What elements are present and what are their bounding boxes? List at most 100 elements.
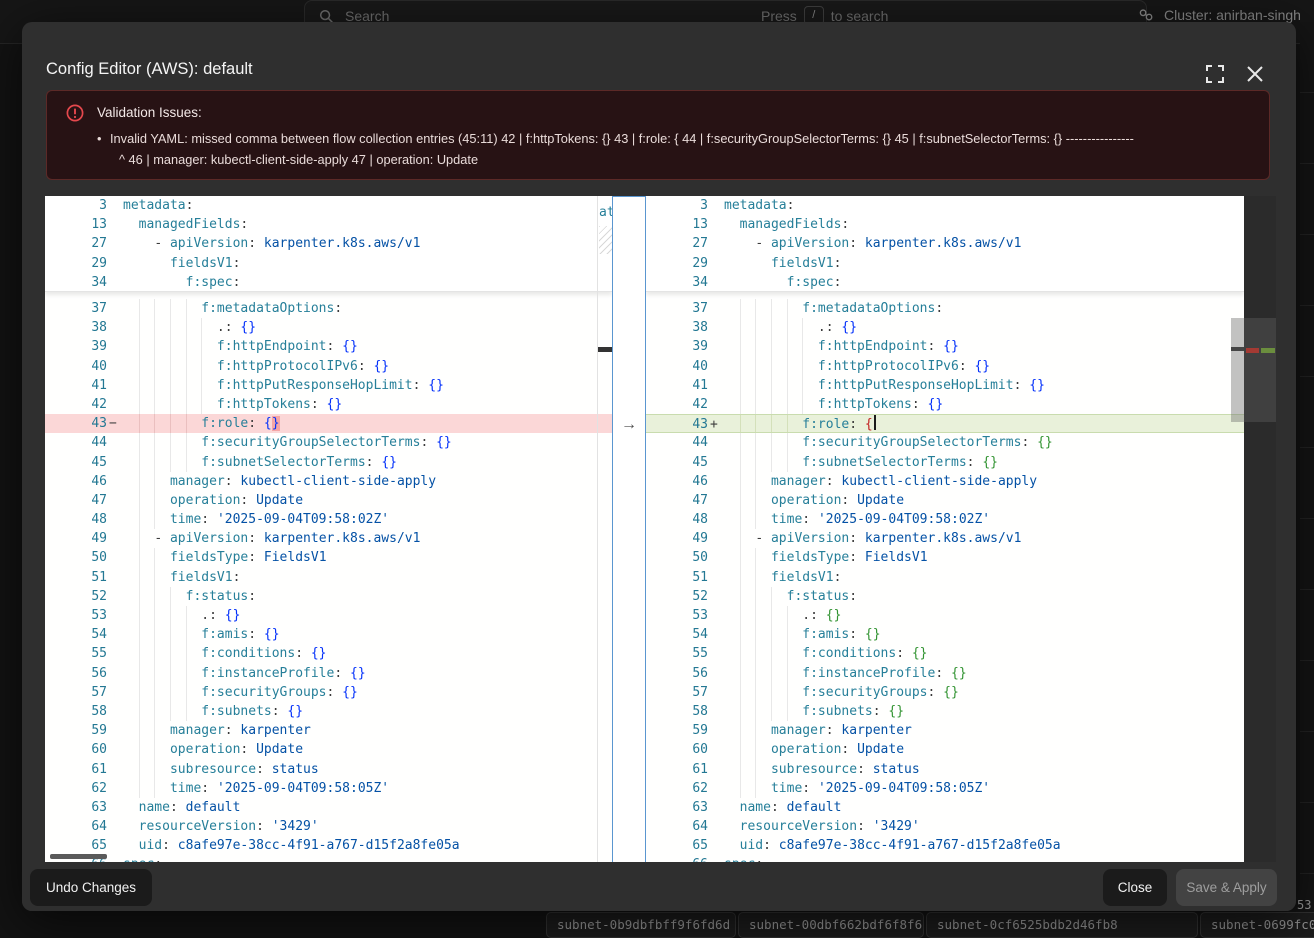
- line-number: 63: [646, 798, 708, 817]
- line-number: 37: [646, 299, 708, 318]
- code-line: 3metadata:: [45, 196, 612, 215]
- minimap-added-mark: [1261, 348, 1275, 353]
- code-text: f:subnets: {}: [123, 702, 303, 721]
- code-text: f:securityGroups: {}: [724, 683, 959, 702]
- code-line: 64 resourceVersion: '3429': [45, 817, 612, 836]
- line-number: 46: [45, 472, 107, 491]
- code-line: 13 managedFields:: [45, 215, 612, 234]
- code-text: f:instanceProfile: {}: [724, 664, 967, 683]
- code-line: 57 f:securityGroups: {}: [646, 683, 1244, 702]
- code-text: f:httpProtocolIPv6: {}: [724, 357, 990, 376]
- code-line: 42 f:httpTokens: {}: [45, 395, 612, 414]
- vertical-scrollbar[interactable]: [1231, 318, 1244, 422]
- code-line: 27 - apiVersion: karpenter.k8s.aws/v1: [45, 234, 612, 253]
- code-text: manager: karpenter: [724, 721, 912, 740]
- code-text: time: '2025-09-04T09:58:05Z': [123, 779, 389, 798]
- code-line: 38 .: {}: [45, 318, 612, 337]
- line-number: 27: [45, 234, 107, 253]
- minimap-slider[interactable]: [1244, 318, 1276, 422]
- horizontal-scrollbar[interactable]: [50, 854, 107, 859]
- code-line: 46 manager: kubectl-client-side-apply: [646, 472, 1244, 491]
- line-number: 44: [646, 433, 708, 452]
- validation-message-line2: ^ 46 | manager: kubectl-client-side-appl…: [97, 149, 1257, 170]
- minimap-removed-mark: [1246, 348, 1259, 353]
- code-line: 42 f:httpTokens: {}: [646, 395, 1244, 414]
- code-text: f:status:: [123, 587, 256, 606]
- code-text: time: '2025-09-04T09:58:05Z': [724, 779, 990, 798]
- code-text: operation: Update: [724, 740, 904, 759]
- line-number: 47: [646, 491, 708, 510]
- code-line: 58 f:subnets: {}: [646, 702, 1244, 721]
- revert-arrow-icon[interactable]: →: [613, 415, 645, 434]
- line-number: 56: [45, 664, 107, 683]
- code-line: 53 .: {}: [45, 606, 612, 625]
- close-footer-button[interactable]: Close: [1103, 869, 1167, 906]
- line-number: 59: [646, 721, 708, 740]
- line-number: 53: [646, 606, 708, 625]
- line-number: 3: [45, 196, 107, 215]
- diff-gutter: →: [612, 196, 646, 862]
- code-line: 64 resourceVersion: '3429': [646, 817, 1244, 836]
- code-line: 46 manager: kubectl-client-side-apply: [45, 472, 612, 491]
- code-text: time: '2025-09-04T09:58:02Z': [724, 510, 990, 529]
- code-line: 65 uid: c8afe97e-38cc-4f91-a767-d15f2a8f…: [45, 836, 612, 855]
- original-editor[interactable]: 37 f:metadataOptions:38 .: {}39 f:httpEn…: [45, 196, 612, 862]
- line-number: 50: [646, 548, 708, 567]
- code-line: 41 f:httpPutResponseHopLimit: {}: [45, 376, 612, 395]
- line-number: 40: [45, 357, 107, 376]
- line-number: 64: [45, 817, 107, 836]
- code-text: operation: Update: [123, 491, 303, 510]
- save-apply-button[interactable]: Save & Apply: [1176, 869, 1277, 906]
- code-text: fieldsV1:: [724, 254, 841, 273]
- minimap[interactable]: [1244, 196, 1276, 862]
- line-number: 64: [646, 817, 708, 836]
- close-button[interactable]: [1242, 62, 1268, 88]
- line-number: 40: [646, 357, 708, 376]
- undo-changes-button[interactable]: Undo Changes: [30, 869, 152, 906]
- cluster-selector[interactable]: Cluster: anirban-singh: [1138, 6, 1314, 23]
- code-line: 50 fieldsType: FieldsV1: [646, 548, 1244, 567]
- code-line: 54 f:amis: {}: [45, 625, 612, 644]
- line-number: 49: [45, 529, 107, 548]
- code-text: f:securityGroupSelectorTerms: {}: [724, 433, 1053, 452]
- fullscreen-button[interactable]: [1202, 62, 1228, 88]
- code-line: 57 f:securityGroups: {}: [45, 683, 612, 702]
- code-line: 43+ f:role: {: [646, 414, 1244, 433]
- code-text: uid: c8afe97e-38cc-4f91-a767-d15f2a8fe05…: [123, 836, 460, 855]
- diff-marker: −: [109, 414, 123, 433]
- line-number: 29: [646, 254, 708, 273]
- subnet-cell: subnet-0699fc012fdf86: [1200, 912, 1314, 938]
- code-text: - apiVersion: karpenter.k8s.aws/v1: [123, 234, 420, 253]
- code-text: .: {}: [724, 606, 841, 625]
- modified-editor[interactable]: 37 f:metadataOptions:38 .: {}39 f:httpEn…: [646, 196, 1244, 862]
- code-line: 60 operation: Update: [45, 740, 612, 759]
- code-text: fieldsType: FieldsV1: [123, 548, 327, 567]
- code-line: 54 f:amis: {}: [646, 625, 1244, 644]
- code-text: time: '2025-09-04T09:58:02Z': [123, 510, 389, 529]
- line-number: 60: [45, 740, 107, 759]
- subnet-cell: subnet-0cf6525bdb2d46fb8: [926, 912, 1198, 938]
- line-number: 52: [646, 587, 708, 606]
- code-line: 49 - apiVersion: karpenter.k8s.aws/v1: [45, 529, 612, 548]
- code-line: 45 f:subnetSelectorTerms: {}: [646, 453, 1244, 472]
- code-line: 47 operation: Update: [45, 491, 612, 510]
- code-text: f:metadataOptions:: [724, 299, 943, 318]
- code-line: 61 subresource: status: [646, 760, 1244, 779]
- cluster-label: Cluster: anirban-singh: [1164, 7, 1301, 23]
- subnet-cell: subnet-00dbf662bdf6f8f6f: [738, 912, 924, 938]
- line-number: 48: [646, 510, 708, 529]
- code-line: 62 time: '2025-09-04T09:58:05Z': [45, 779, 612, 798]
- fullscreen-icon: [1206, 65, 1224, 83]
- line-number: 50: [45, 548, 107, 567]
- code-text: f:amis: {}: [123, 625, 280, 644]
- code-text: .: {}: [724, 318, 857, 337]
- page-table-edge: [1300, 22, 1314, 927]
- code-text: manager: kubectl-client-side-apply: [724, 472, 1037, 491]
- code-text: f:httpTokens: {}: [123, 395, 342, 414]
- line-number: 34: [45, 273, 107, 292]
- line-number: 57: [45, 683, 107, 702]
- code-line: 48 time: '2025-09-04T09:58:02Z': [646, 510, 1244, 529]
- line-number: 46: [646, 472, 708, 491]
- code-line: 61 subresource: status: [45, 760, 612, 779]
- validation-message-line1: Invalid YAML: missed comma between flow …: [110, 131, 1134, 146]
